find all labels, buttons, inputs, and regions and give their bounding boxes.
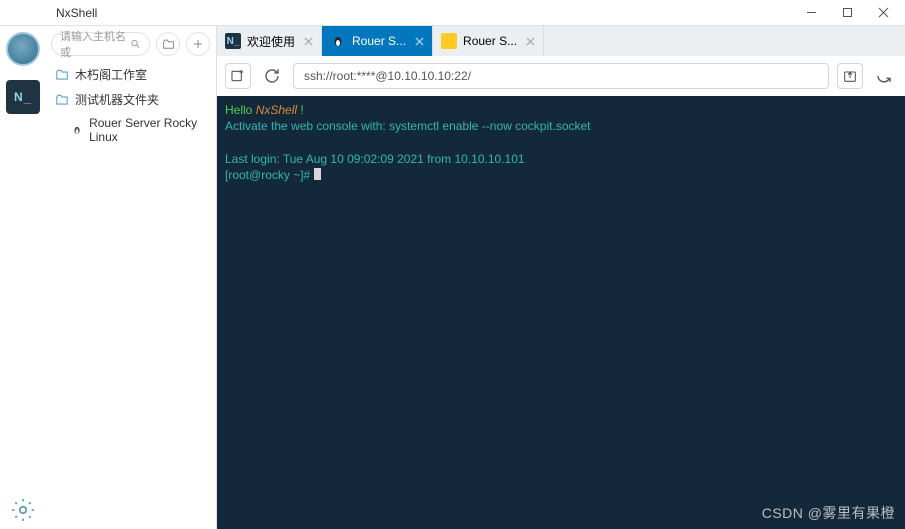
open-folder-icon bbox=[162, 38, 175, 51]
terminal-text: Hello bbox=[225, 103, 256, 117]
settings-button[interactable] bbox=[8, 495, 38, 525]
folder-icon bbox=[441, 33, 457, 49]
transfer-button[interactable] bbox=[837, 63, 863, 89]
penguin-icon bbox=[330, 33, 346, 49]
terminal-cursor bbox=[314, 168, 321, 180]
terminal-text: ! bbox=[297, 103, 304, 117]
terminal-prompt: [root@rocky ~]# bbox=[225, 168, 314, 182]
content-area: N_ 欢迎使用 Rouer S... Rouer S... bbox=[217, 25, 905, 529]
maximize-icon bbox=[842, 7, 853, 18]
sidebar-item-label: 木朽阁工作室 bbox=[75, 66, 147, 83]
tab-close-button[interactable] bbox=[301, 34, 315, 48]
tab-bar: N_ 欢迎使用 Rouer S... Rouer S... bbox=[217, 26, 905, 56]
folder-icon bbox=[55, 93, 69, 107]
tab-welcome[interactable]: N_ 欢迎使用 bbox=[217, 26, 322, 56]
app-title: NxShell bbox=[56, 6, 793, 20]
plus-icon bbox=[192, 38, 204, 50]
close-icon bbox=[526, 37, 535, 46]
sidebar-item-label: Rouer Server Rocky Linux bbox=[89, 116, 210, 144]
tab-close-button[interactable] bbox=[412, 34, 426, 48]
sidebar-item-label: 测试机器文件夹 bbox=[75, 91, 159, 108]
forward-button[interactable] bbox=[871, 63, 897, 89]
search-icon bbox=[130, 38, 141, 50]
profile-icon[interactable] bbox=[6, 32, 40, 66]
tab-label: Rouer S... bbox=[352, 34, 406, 48]
minimize-button[interactable] bbox=[793, 1, 829, 25]
tab-label: 欢迎使用 bbox=[247, 33, 295, 50]
address-bar[interactable]: ssh://root:****@10.10.10.10:22/ bbox=[293, 63, 829, 89]
toolbar: ssh://root:****@10.10.10.10:22/ bbox=[217, 56, 905, 96]
forward-icon bbox=[875, 67, 893, 85]
app-logo-tile[interactable]: N_ bbox=[6, 80, 40, 114]
tab-files[interactable]: Rouer S... bbox=[433, 26, 544, 56]
refresh-icon bbox=[263, 67, 281, 85]
close-button[interactable] bbox=[865, 1, 901, 25]
gear-icon bbox=[10, 497, 36, 523]
open-folder-button[interactable] bbox=[156, 32, 180, 56]
terminal-appname: NxShell bbox=[256, 103, 297, 117]
tab-terminal[interactable]: Rouer S... bbox=[322, 26, 433, 56]
sidebar: 请输入主机名或 木朽阁工作室 测试机器文件夹 Rouer Server Rock… bbox=[45, 25, 217, 529]
terminal[interactable]: Hello NxShell ! Activate the web console… bbox=[217, 96, 905, 529]
transfer-icon bbox=[842, 68, 858, 84]
add-button[interactable] bbox=[186, 32, 210, 56]
watermark: CSDN @雾里有果橙 bbox=[762, 503, 895, 523]
tab-close-button[interactable] bbox=[523, 34, 537, 48]
search-placeholder: 请输入主机名或 bbox=[60, 28, 130, 60]
minimize-icon bbox=[806, 7, 817, 18]
terminal-text: Activate the web console with: systemctl… bbox=[225, 119, 591, 133]
address-text: ssh://root:****@10.10.10.10:22/ bbox=[304, 69, 471, 83]
close-icon bbox=[415, 37, 424, 46]
penguin-icon bbox=[71, 123, 83, 137]
close-icon bbox=[878, 7, 889, 18]
tab-label: Rouer S... bbox=[463, 34, 517, 48]
search-input[interactable]: 请输入主机名或 bbox=[51, 32, 150, 56]
close-icon bbox=[304, 37, 313, 46]
folder-icon bbox=[55, 68, 69, 82]
refresh-button[interactable] bbox=[259, 63, 285, 89]
icon-column: N_ bbox=[0, 25, 45, 529]
new-session-button[interactable] bbox=[225, 63, 251, 89]
maximize-button[interactable] bbox=[829, 1, 865, 25]
titlebar: NxShell bbox=[0, 0, 905, 25]
sidebar-item-test-folder[interactable]: 测试机器文件夹 bbox=[45, 87, 216, 112]
terminal-text: Last login: Tue Aug 10 09:02:09 2021 fro… bbox=[225, 152, 525, 166]
new-session-icon bbox=[230, 68, 246, 84]
app-logo-icon: N_ bbox=[225, 33, 241, 49]
sidebar-item-workspace[interactable]: 木朽阁工作室 bbox=[45, 62, 216, 87]
sidebar-item-server[interactable]: Rouer Server Rocky Linux bbox=[45, 112, 216, 148]
